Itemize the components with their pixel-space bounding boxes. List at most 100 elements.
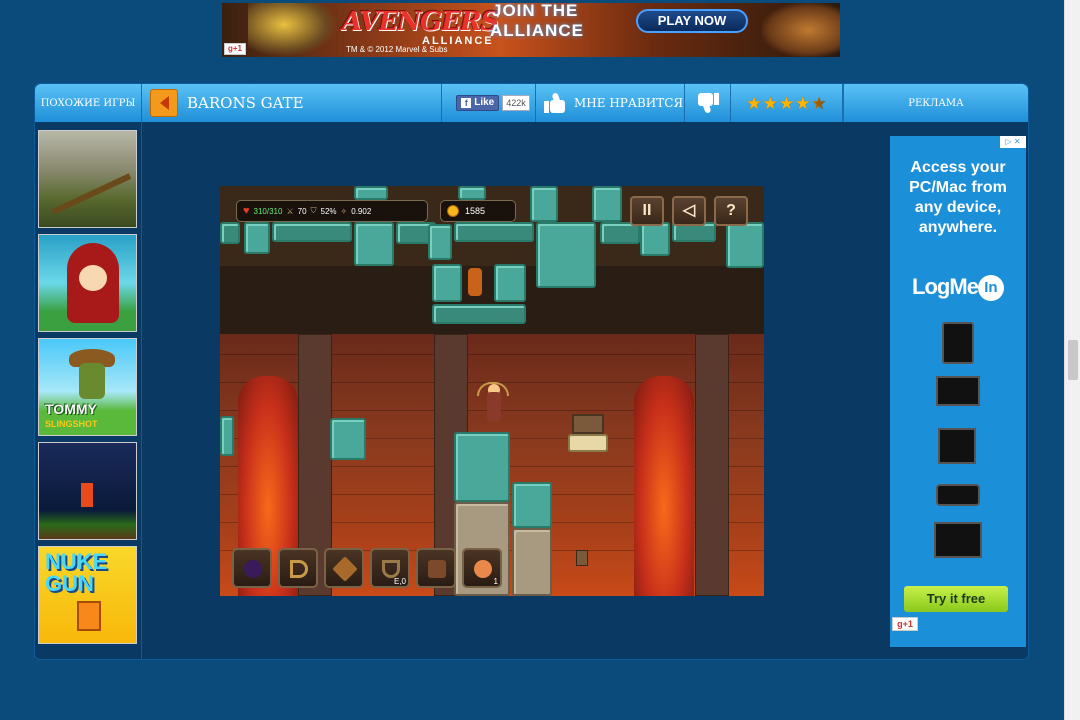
like-button[interactable]: МНЕ НРАВИТСЯ [535, 84, 685, 122]
inventory-slot-bomb[interactable] [232, 548, 272, 588]
game-title: BARONS GATE [187, 94, 304, 112]
game-panel: ПОХОЖИЕ ИГРЫ BARONS GATE f Like 422k МНЕ… [34, 83, 1029, 660]
ad-headline-line: any device, [914, 199, 1002, 216]
vertical-scrollbar[interactable] [1064, 0, 1080, 720]
heart-icon: ♥ [243, 205, 250, 217]
logo-text: LogMe [912, 274, 979, 299]
dislike-button[interactable] [685, 84, 731, 122]
help-button[interactable]: ? [714, 196, 748, 226]
fishing-rod-image [51, 173, 132, 215]
crossbow-icon [382, 560, 400, 578]
star-icon[interactable]: ★ [746, 95, 761, 112]
potion-icon [474, 560, 492, 578]
speed-icon: ✧ [340, 206, 348, 216]
try-it-free-button[interactable]: Try it free [904, 586, 1008, 612]
coins-value: 1585 [465, 206, 486, 216]
arrow-left-icon [159, 96, 169, 110]
like-label: МНЕ НРАВИТСЯ [574, 96, 684, 110]
star-icon[interactable]: ★ [779, 95, 794, 112]
top-banner-ad[interactable]: AVENGERS ALLIANCE TM & © 2012 Marvel & S… [222, 3, 840, 57]
tablet-icon [942, 322, 974, 364]
game-logo: NUKE GUN [45, 549, 108, 596]
coin-icon [447, 205, 459, 217]
game-header: ПОХОЖИЕ ИГРЫ BARONS GATE f Like 422k МНЕ… [35, 84, 1028, 122]
game-logo: TOMMY [45, 401, 97, 417]
monitor-icon [936, 376, 980, 406]
similar-game-tommy-slingshot[interactable]: TOMMY SLINGSHOT [38, 338, 137, 436]
barrel-image [77, 601, 101, 631]
enemy-sprite [468, 268, 482, 296]
coins-hud: 1585 [440, 200, 516, 222]
ad-brand: AVENGERS [342, 7, 499, 37]
arrow-icon [332, 556, 358, 582]
gplus-button[interactable]: g+1 [224, 43, 246, 55]
shield-icon: ⛉ [310, 206, 317, 215]
boot-icon [428, 560, 446, 578]
wolverine-image [248, 3, 338, 57]
phone-icon [936, 484, 980, 506]
sound-button[interactable]: ◁ [672, 196, 706, 226]
thumbs-up-icon [544, 92, 566, 114]
inventory-slot-bow[interactable] [278, 548, 318, 588]
character-face-image [79, 265, 107, 291]
lava-fall [634, 376, 694, 596]
facebook-like-label: Like [474, 97, 495, 108]
similar-game-pixel-adventure[interactable] [38, 442, 137, 540]
pixel-hero-image [81, 483, 93, 507]
scrollbar-thumb[interactable] [1068, 340, 1078, 380]
thing-image [762, 3, 840, 57]
similar-games-list: TOMMY SLINGSHOT NUKE GUN [35, 122, 142, 659]
adchoices-icon[interactable]: ▷ ✕ [1000, 136, 1026, 148]
inventory-slot-arrow[interactable] [324, 548, 364, 588]
stats-hud: ♥ 310/310 ⚔ 70 ⛉ 52% ✧ 0.902 [236, 200, 428, 222]
ad-headline: Access your PC/Mac from any device, anyw… [890, 158, 1026, 238]
facebook-like-button[interactable]: f Like [456, 95, 500, 111]
pause-button[interactable]: II [630, 196, 664, 226]
logmein-logo: LogMe In [890, 274, 1026, 302]
speed-value: 0.902 [351, 206, 372, 216]
thumbs-down-icon [697, 92, 719, 114]
bow-icon [290, 560, 308, 578]
ad-copyright: TM & © 2012 Marvel & Subs [346, 45, 448, 54]
laptop-icon [934, 522, 982, 558]
game-logo-sub: SLINGSHOT [45, 419, 98, 429]
ad-join-text: JOIN THE [492, 3, 579, 20]
facebook-icon: f [461, 98, 472, 108]
platform-image [568, 434, 608, 452]
desktop-icon [938, 428, 976, 464]
ad-alliance-text: ALLIANCE [490, 21, 584, 40]
advertisement-label: РЕКЛАМА [843, 84, 1028, 122]
logmein-ad[interactable]: ▷ ✕ Access your PC/Mac from any device, … [890, 136, 1026, 647]
defense-value: 52% [320, 206, 337, 216]
half-star-icon[interactable]: ★ [811, 95, 826, 112]
similar-game-red-hood[interactable] [38, 234, 137, 332]
ad-headline-line: PC/Mac from [909, 179, 1007, 196]
gplus-button[interactable]: g+1 [892, 617, 918, 631]
play-now-button[interactable]: PLAY NOW [636, 9, 748, 33]
game-canvas[interactable]: ♥ 310/310 ⚔ 70 ⛉ 52% ✧ 0.902 1585 II ◁ ? [220, 186, 764, 596]
ad-headline-line: Access your [910, 159, 1006, 176]
ad-headline-line: anywhere. [918, 219, 998, 236]
inventory-toolbar: E,0 1 [232, 548, 502, 588]
similar-games-label: ПОХОЖИЕ ИГРЫ [35, 84, 142, 122]
stone-pillar [695, 334, 729, 596]
inventory-slot-boot[interactable] [416, 548, 456, 588]
attack-value: 70 [297, 206, 307, 216]
character-image [79, 363, 105, 399]
star-icon[interactable]: ★ [763, 95, 778, 112]
player-hero [477, 382, 509, 430]
bomb-icon [244, 560, 262, 578]
chest-image [572, 414, 604, 434]
sword-icon: ⚔ [286, 206, 294, 216]
star-rating[interactable]: ★ ★ ★ ★ ★ [731, 84, 843, 122]
inventory-slot-potion[interactable]: 1 [462, 548, 502, 588]
inventory-slot-crossbow[interactable]: E,0 [370, 548, 410, 588]
similar-game-fishing[interactable] [38, 130, 137, 228]
similar-game-nuke-gun[interactable]: NUKE GUN [38, 546, 137, 644]
lever-image [576, 550, 588, 566]
facebook-like-widget: f Like 422k [451, 84, 535, 122]
star-icon[interactable]: ★ [795, 95, 810, 112]
logo-in-badge: In [977, 275, 1004, 302]
back-button[interactable] [150, 89, 178, 117]
title-cell: BARONS GATE [142, 84, 442, 122]
